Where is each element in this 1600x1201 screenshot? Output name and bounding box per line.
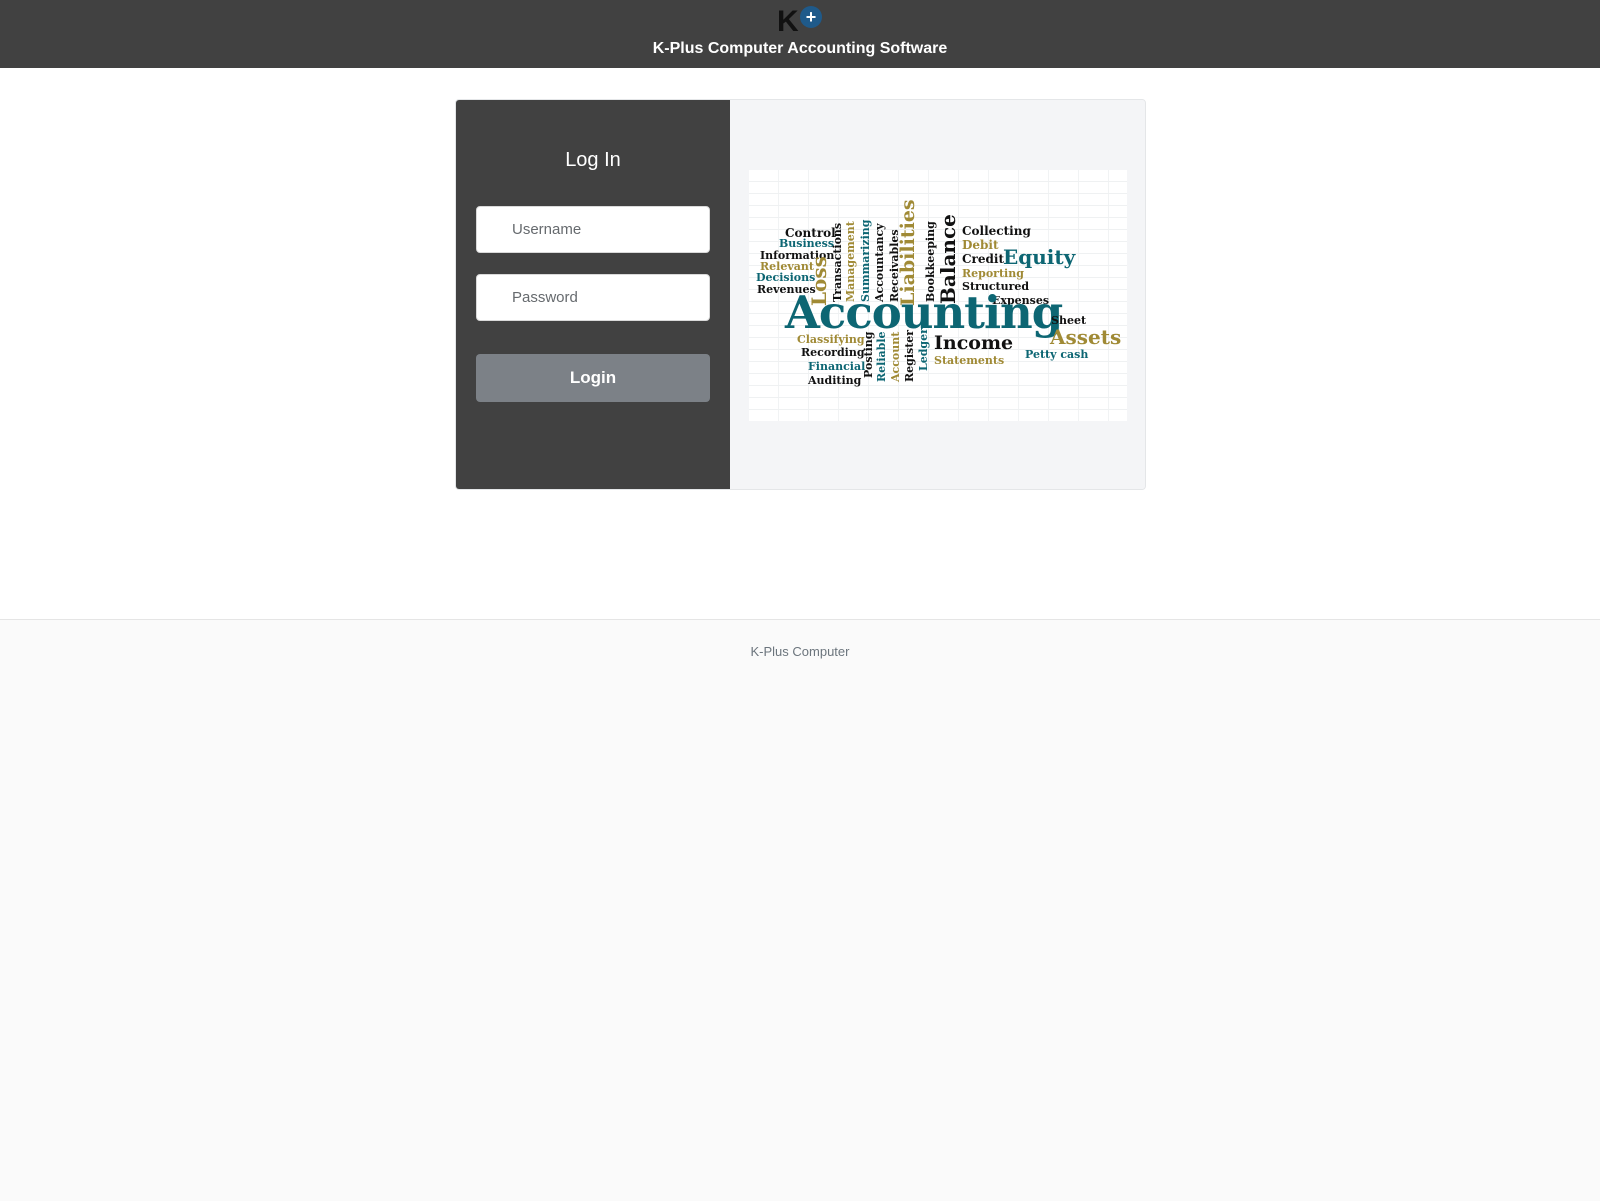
word-assets: Assets: [1050, 325, 1122, 349]
login-heading: Log In: [565, 149, 621, 171]
image-panel: Control Business Information Relevant De…: [730, 100, 1145, 489]
word-register: Register: [903, 329, 916, 382]
word-account: Account: [889, 331, 902, 382]
app-title: K-Plus Computer Accounting Software: [652, 40, 948, 57]
top-header: K + K-Plus Computer Accounting Software: [0, 0, 1600, 68]
accounting-word-cloud-image: Control Business Information Relevant De…: [749, 170, 1127, 421]
word-auditing: Auditing: [808, 374, 862, 387]
word-business: Business: [779, 237, 835, 250]
word-ledger: Ledger: [917, 328, 930, 371]
logo-plus: +: [806, 7, 817, 27]
word-collecting: Collecting: [962, 224, 1031, 238]
username-input[interactable]: [476, 206, 710, 253]
footer-text: K-Plus Computer: [750, 644, 850, 659]
logo-letter: K: [777, 5, 799, 34]
login-button[interactable]: Login: [476, 354, 710, 402]
word-statements: Statements: [934, 354, 1005, 367]
word-credit: Credit: [962, 252, 1004, 266]
word-classifying: Classifying: [797, 333, 865, 346]
password-input[interactable]: [476, 274, 710, 321]
word-income: Income: [934, 332, 1014, 354]
word-recording: Recording: [801, 346, 865, 359]
word-debit: Debit: [962, 238, 999, 252]
page-footer: K-Plus Computer: [0, 619, 1600, 1201]
word-reliable: Reliable: [875, 331, 888, 383]
word-posting: Posting: [862, 331, 875, 378]
login-card: Log In Login Control Business Informatio…: [455, 99, 1146, 490]
k-plus-logo-icon: K +: [777, 5, 822, 34]
word-equity: Equity: [1003, 245, 1076, 269]
word-financial: Financial: [808, 360, 866, 373]
word-reporting: Reporting: [962, 267, 1024, 280]
word-petty-cash: Petty cash: [1025, 348, 1089, 361]
login-panel: Log In Login: [456, 100, 730, 489]
